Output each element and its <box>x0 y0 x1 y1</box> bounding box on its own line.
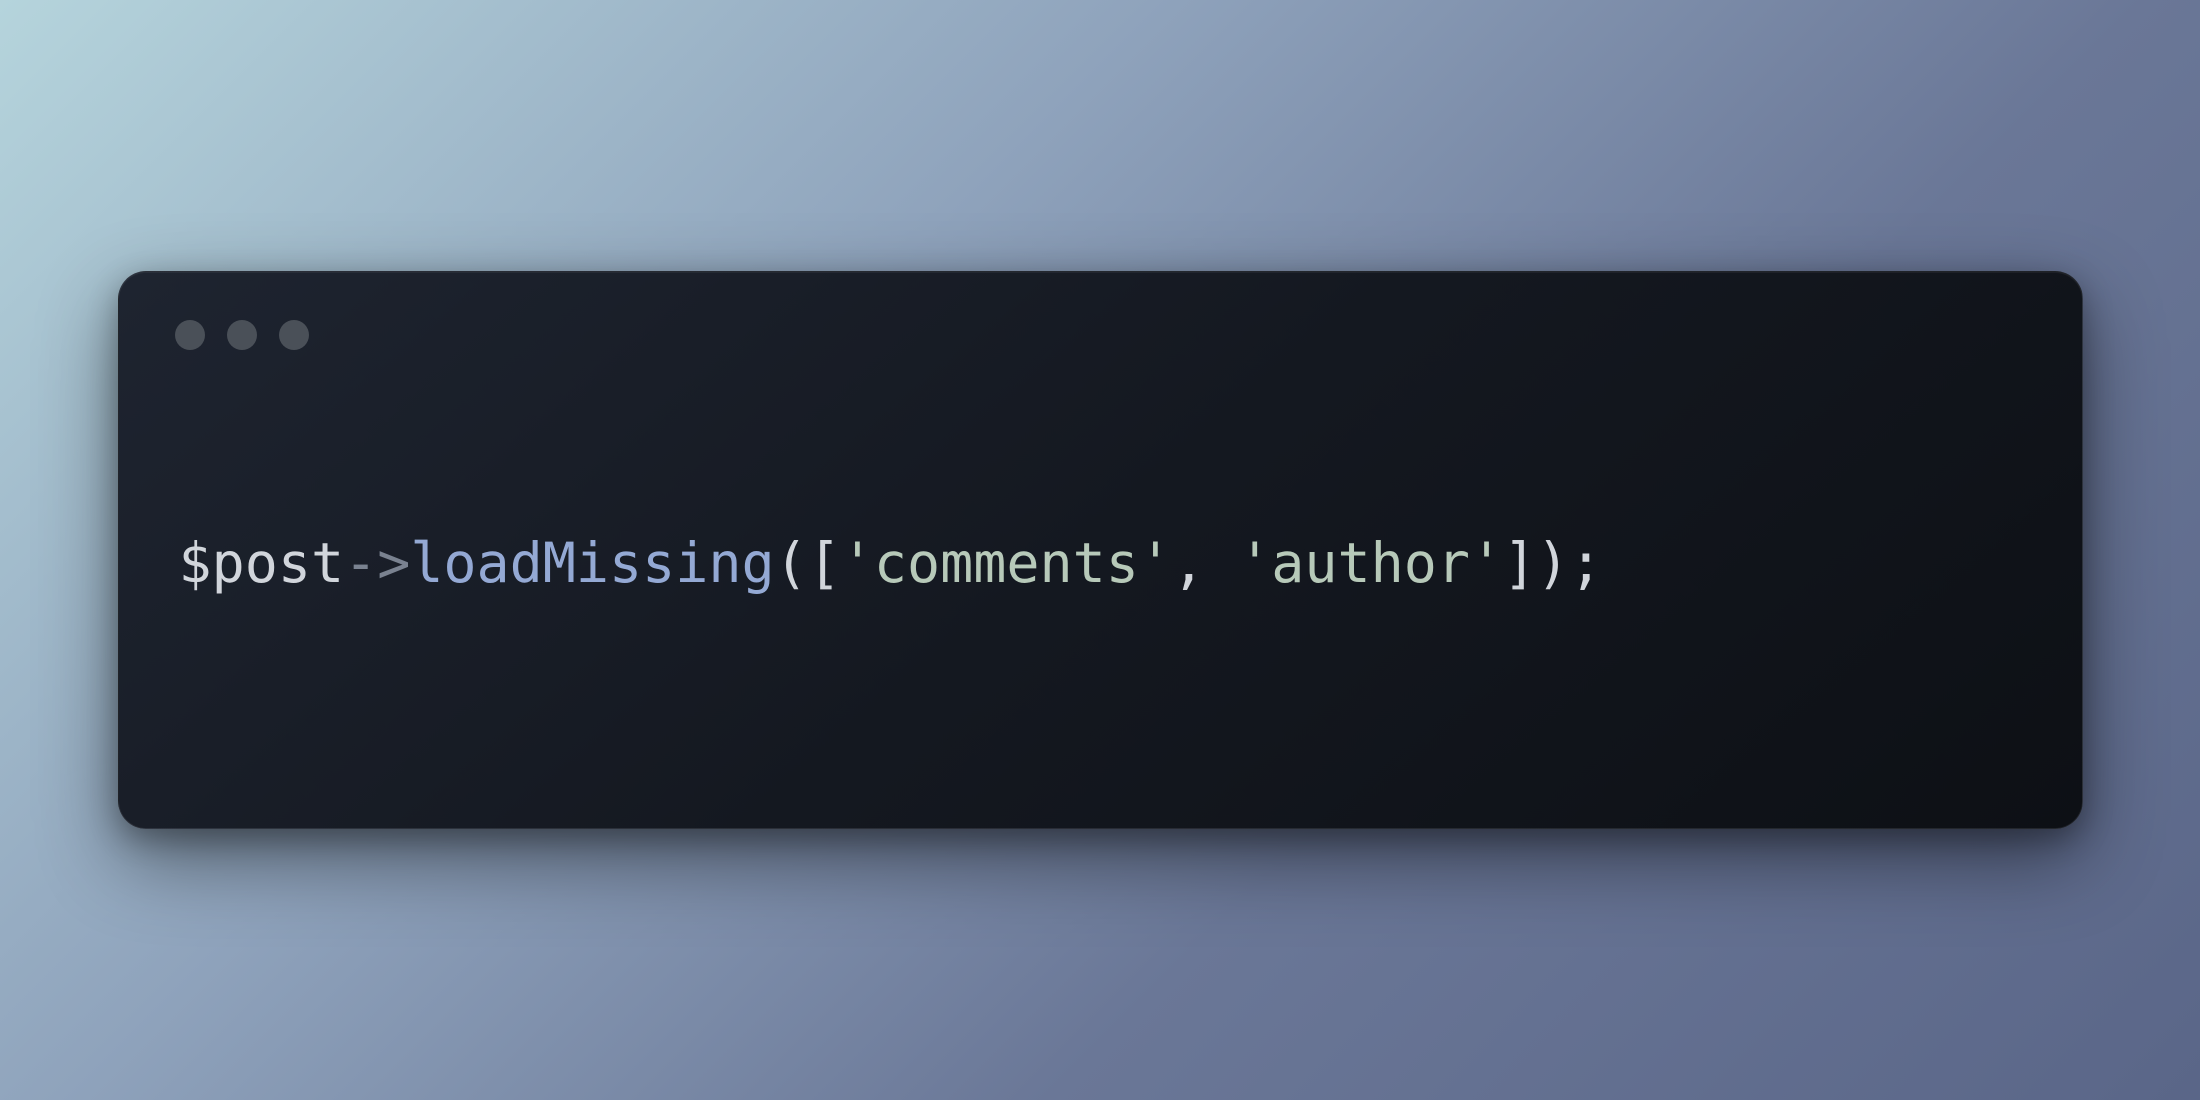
code-arrow-operator: -> <box>344 531 410 595</box>
code-close-paren: ) <box>1536 531 1569 595</box>
code-editor-window: $post->loadMissing(['comments', 'author'… <box>118 271 2083 829</box>
code-variable: $post <box>179 531 345 595</box>
window-traffic-lights <box>175 320 309 350</box>
minimize-icon[interactable] <box>227 320 257 350</box>
code-semicolon: ; <box>1569 531 1602 595</box>
maximize-icon[interactable] <box>279 320 309 350</box>
code-string-comments: 'comments' <box>841 531 1172 595</box>
code-close-bracket: ] <box>1503 531 1536 595</box>
code-open-bracket: [ <box>808 531 841 595</box>
code-open-paren: ( <box>775 531 808 595</box>
code-comma: , <box>1172 531 1238 595</box>
code-snippet: $post->loadMissing(['comments', 'author'… <box>179 530 1603 596</box>
code-string-author: 'author' <box>1238 531 1503 595</box>
code-method-name: loadMissing <box>410 531 774 595</box>
close-icon[interactable] <box>175 320 205 350</box>
